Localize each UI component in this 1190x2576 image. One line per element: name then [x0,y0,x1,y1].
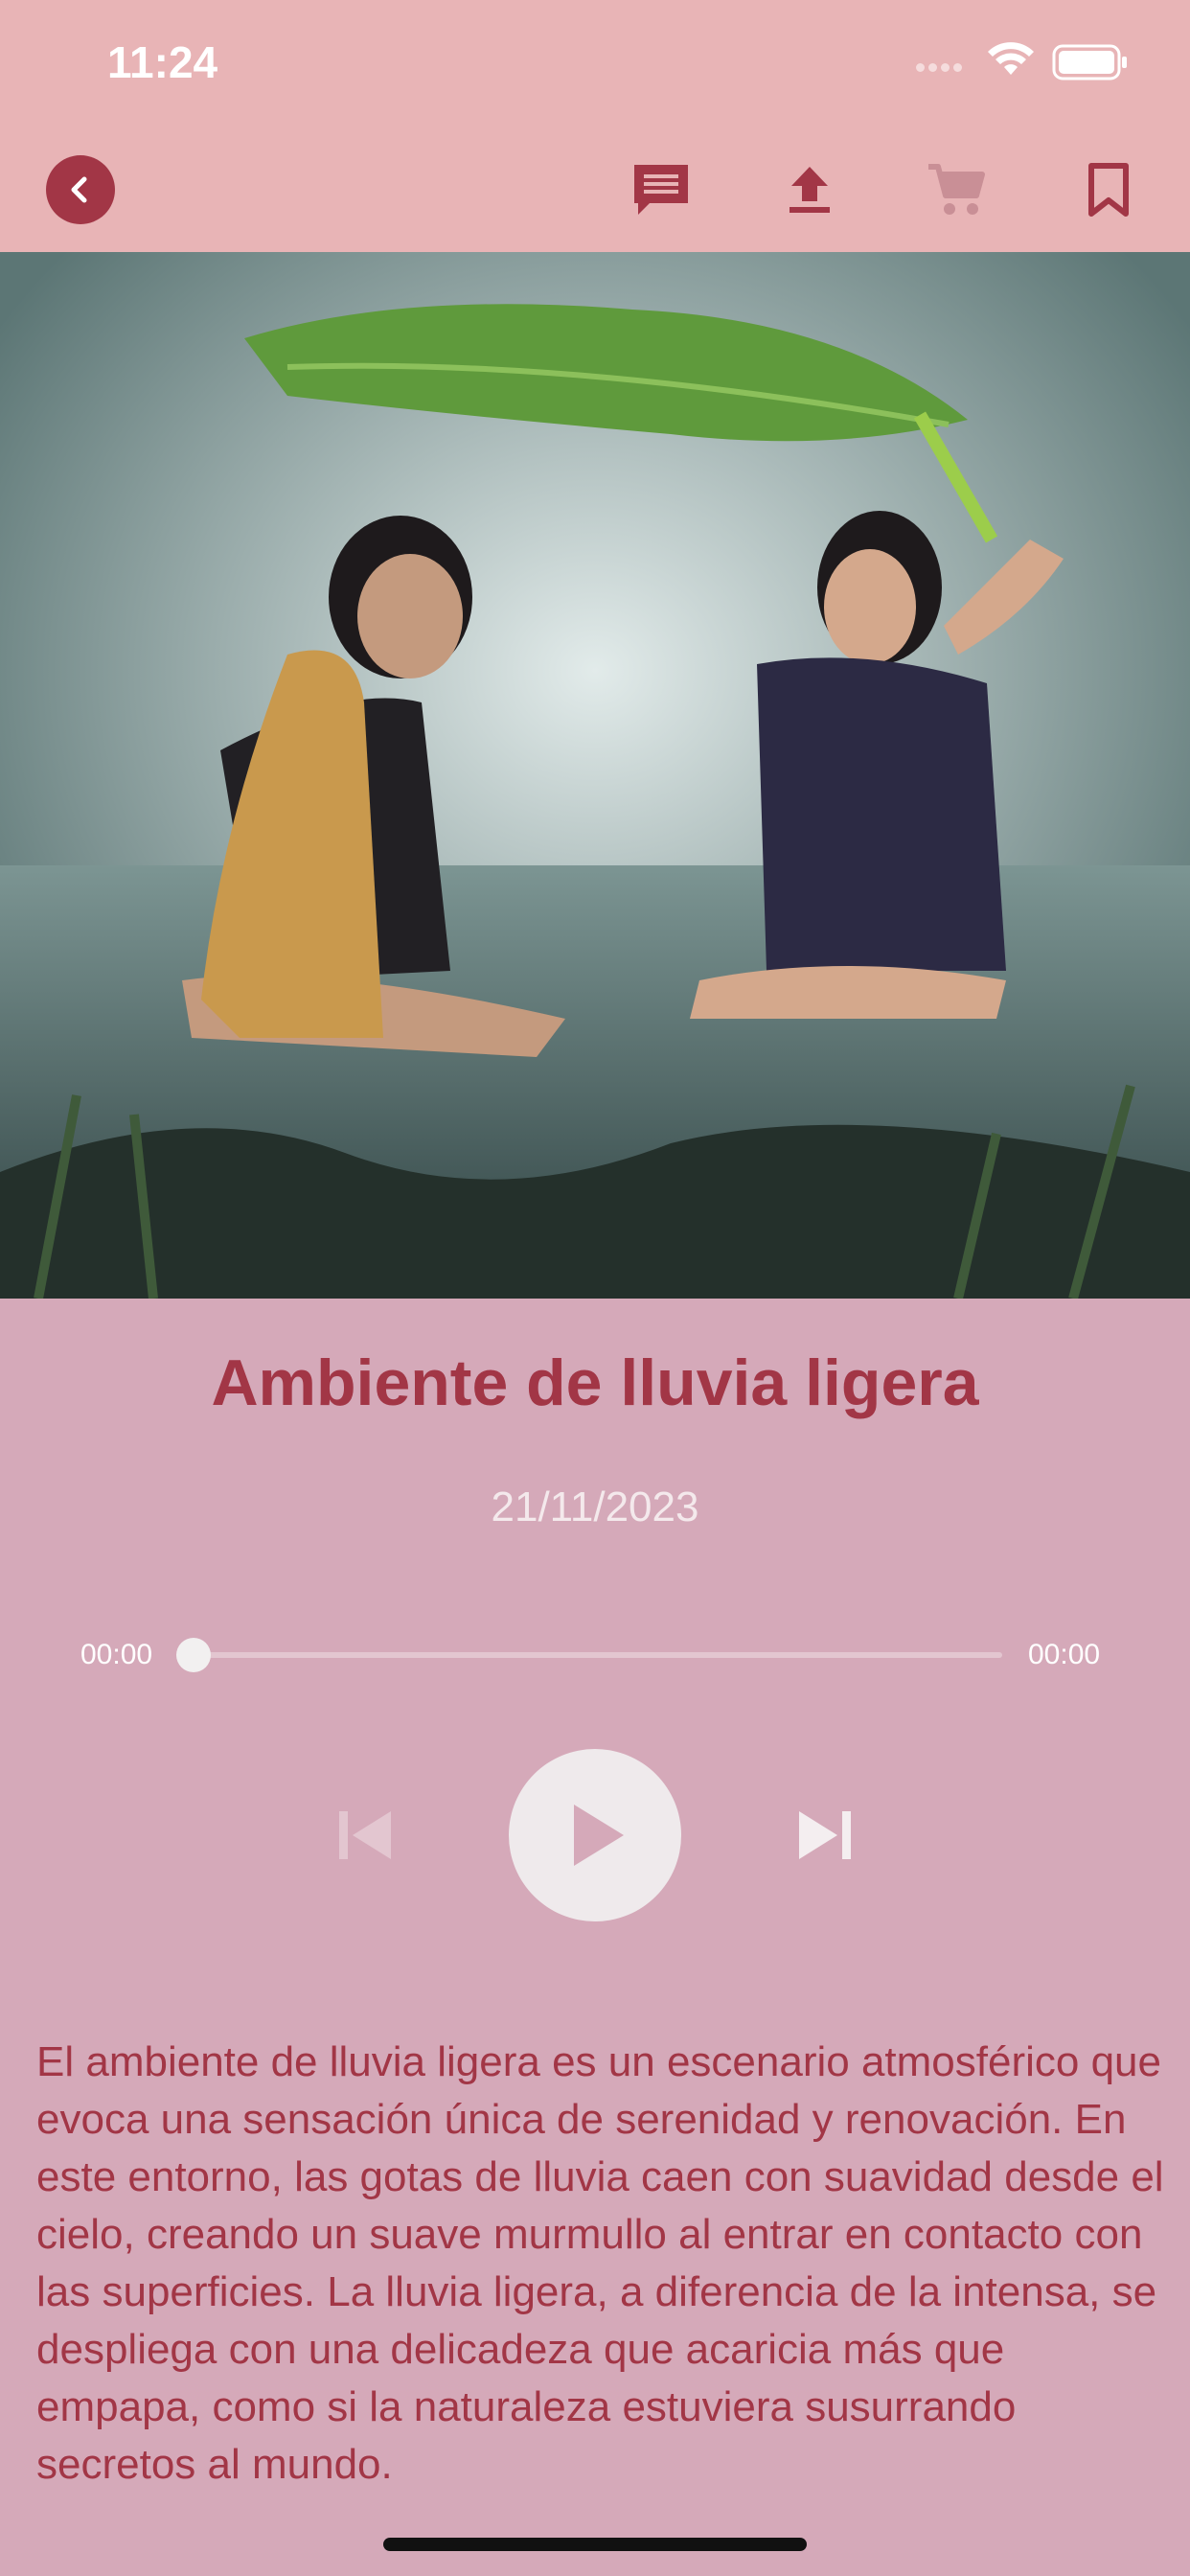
hero-image [0,252,1190,1299]
wifi-icon [988,42,1034,75]
track-date: 21/11/2023 [491,1484,699,1530]
skip-next-icon [799,1811,851,1859]
previous-button[interactable] [332,1802,399,1869]
play-icon [574,1805,624,1866]
share-button[interactable] [775,155,844,224]
cart-button[interactable] [923,155,992,224]
back-button[interactable] [46,155,115,224]
comments-button[interactable] [627,155,696,224]
comment-icon [634,165,688,215]
bookmark-icon [1088,163,1129,217]
bookmark-button[interactable] [1074,155,1143,224]
top-bar: 11:24 [0,0,1190,252]
play-button[interactable] [509,1749,681,1921]
next-button[interactable] [791,1802,858,1869]
upload-icon [790,167,830,213]
elapsed-time: 00:00 [80,1639,153,1670]
skip-previous-icon [339,1811,391,1859]
progress-knob[interactable] [176,1638,211,1672]
home-indicator[interactable] [383,2538,807,2551]
battery-icon [1052,44,1127,80]
chevron-left-icon [71,176,87,203]
photo-rain-girls-image [0,252,1190,1299]
track-description: El ambiente de lluvia ligera es un escen… [36,2038,1164,2488]
cellular-signal-icon [916,59,970,73]
duration-time: 00:00 [1028,1639,1101,1670]
track-title: Ambiente de lluvia ligera [211,1346,979,1419]
cart-icon [928,164,985,215]
progress-track[interactable] [195,1652,1002,1658]
status-time: 11:24 [107,37,218,87]
